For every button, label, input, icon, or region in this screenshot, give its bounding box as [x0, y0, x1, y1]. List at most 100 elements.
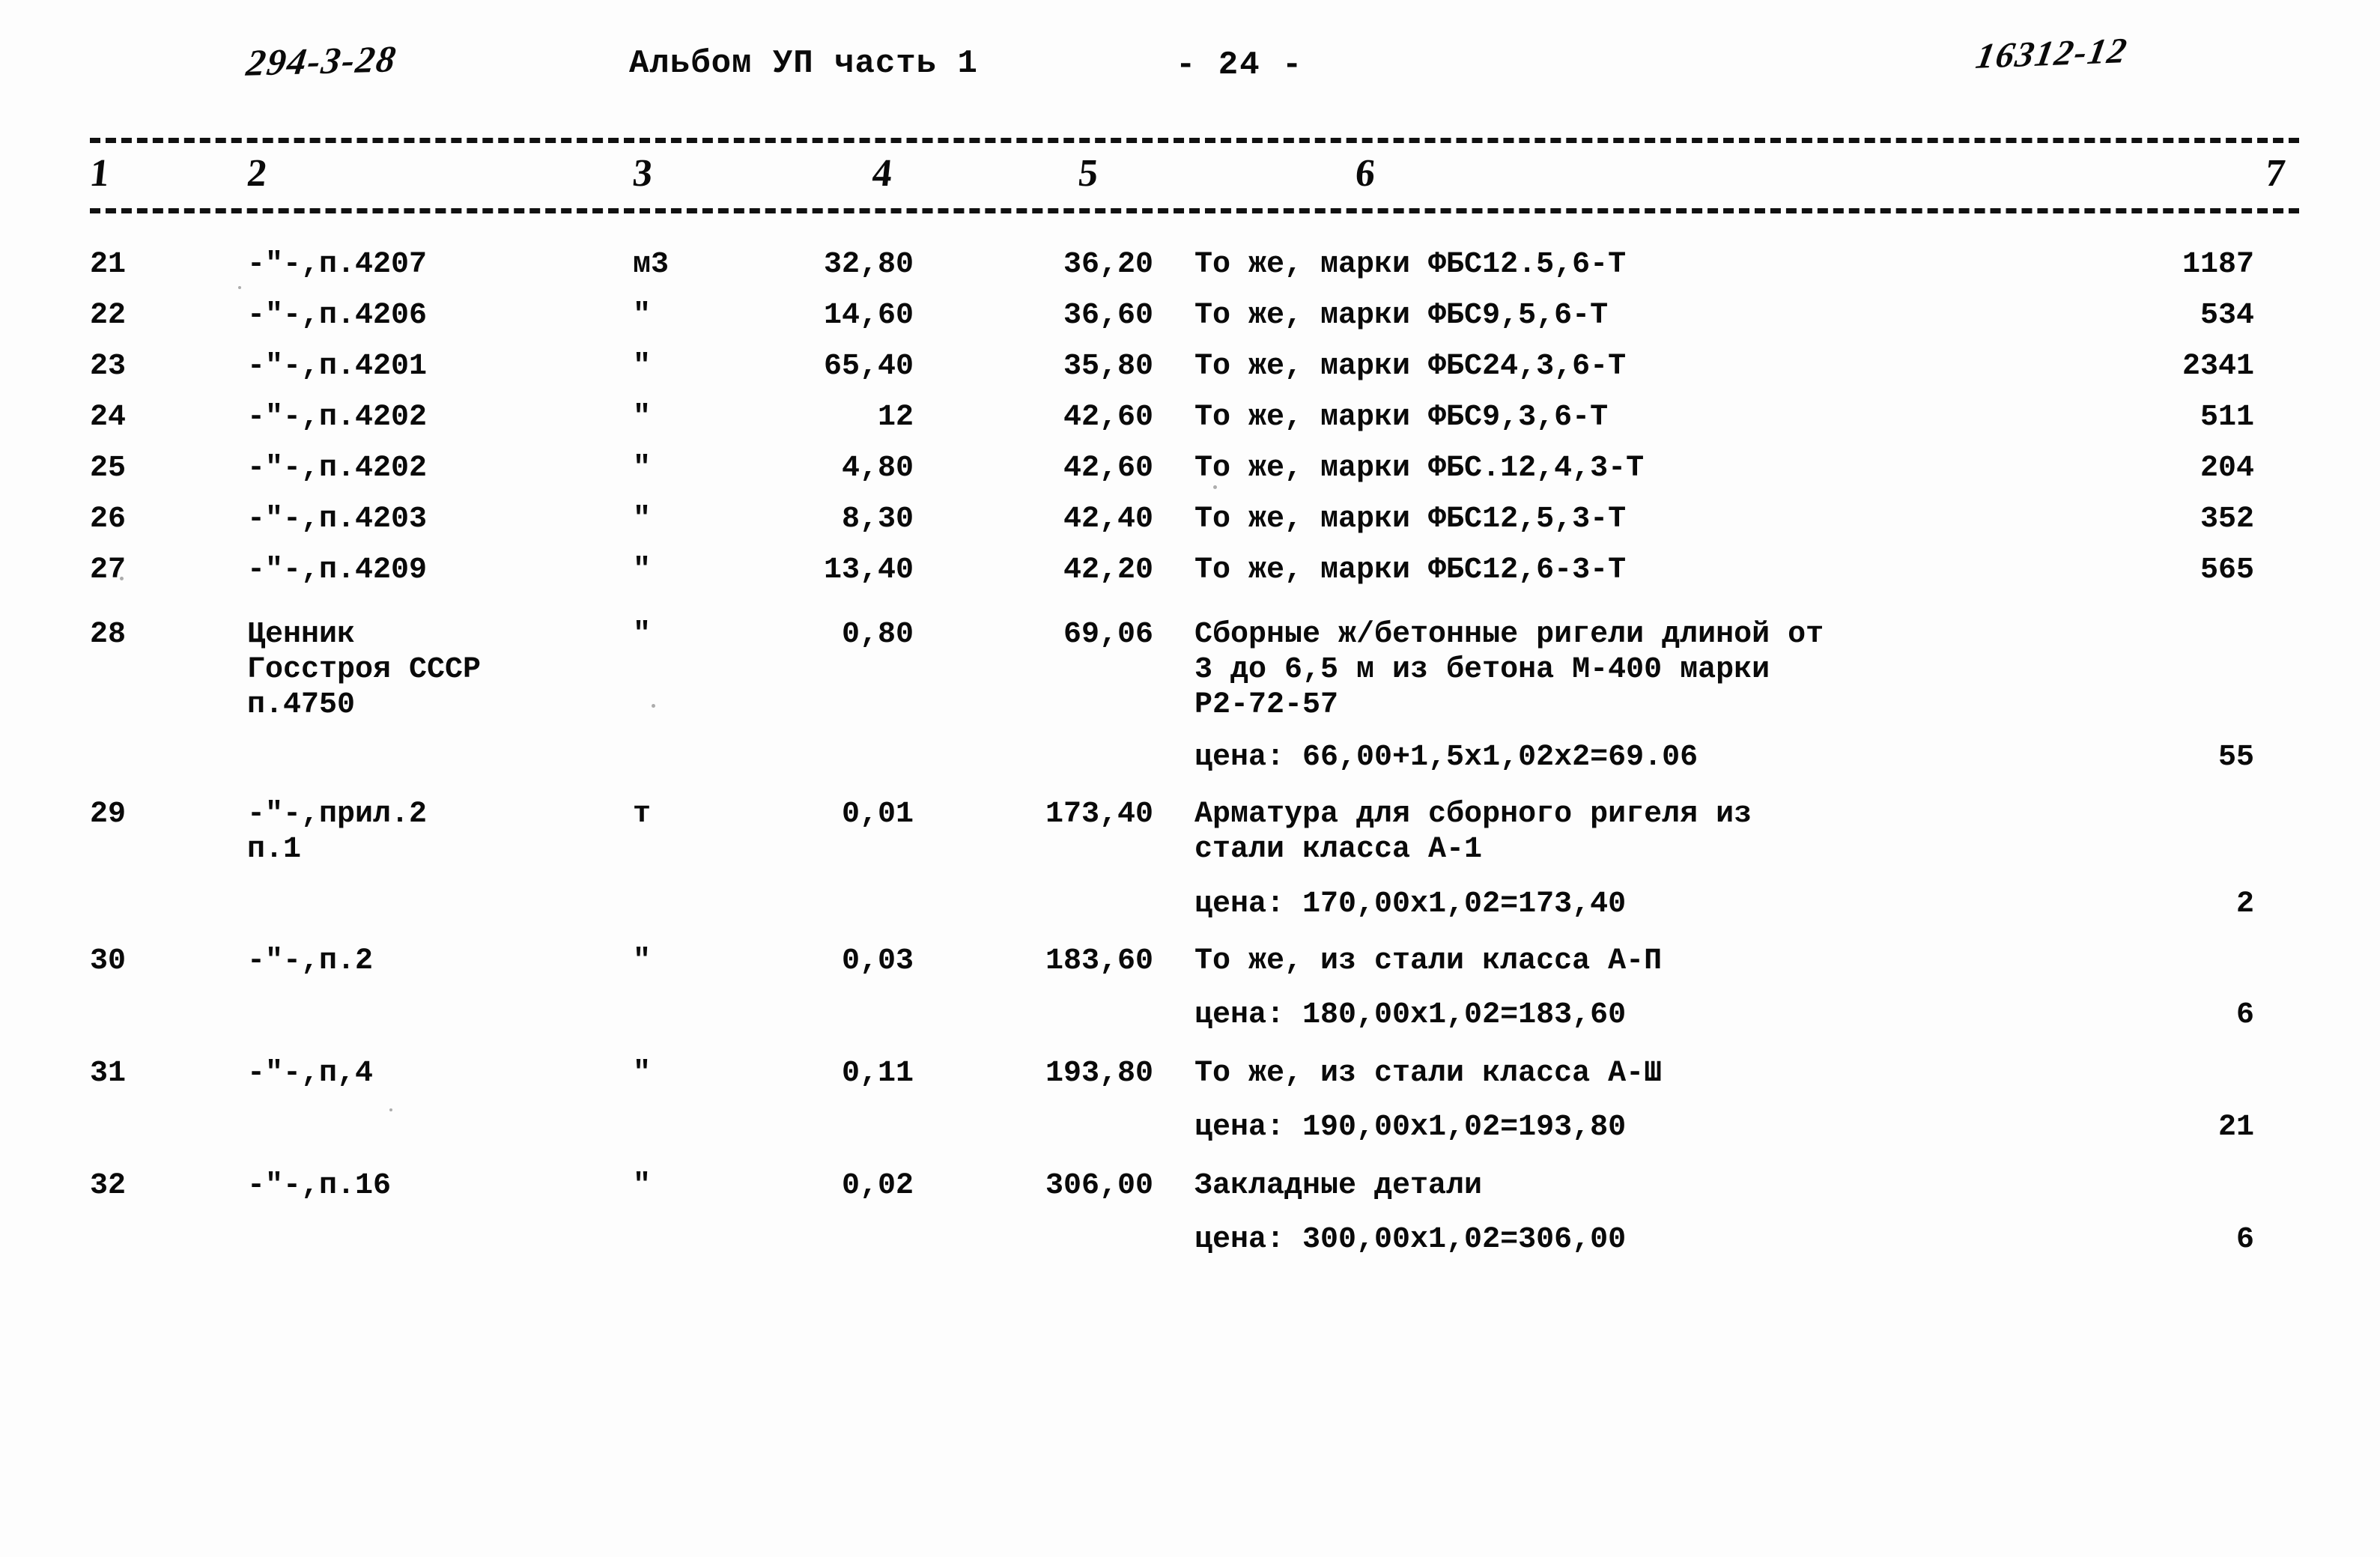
row-total: 55 — [2217, 741, 2254, 774]
row-description: То же, марки ФБС12,6-3-Т — [1194, 553, 1627, 587]
row-unit: " — [633, 503, 652, 536]
row-quantity: 32,80 — [823, 248, 914, 282]
dashed-rule-top — [90, 138, 2299, 143]
row-number: 28 — [90, 618, 127, 652]
row-unit-price: 42,60 — [1063, 452, 1153, 485]
column-number-7: 7 — [2263, 152, 2288, 195]
row-unit: " — [633, 553, 652, 587]
row-quantity: 0,02 — [841, 1169, 914, 1203]
table-row: 28 Ценник Госстроя СССР п.4750 " 0,80 69… — [0, 617, 2380, 797]
table-row: 24 -"-,п.4202 " 12 42,60 То же, марки ФБ… — [0, 400, 2380, 451]
row-number: 31 — [90, 1057, 127, 1090]
scan-speckle — [120, 577, 124, 580]
row-unit-price: 193,80 — [1045, 1057, 1153, 1090]
row-number: 22 — [90, 299, 127, 333]
scan-speckle — [238, 286, 241, 289]
page-number: - 24 - — [1176, 46, 1304, 84]
row-reference: Ценник Госстроя СССР п.4750 — [247, 618, 482, 722]
row-reference: -"-,п.4209 — [247, 553, 428, 587]
row-reference: -"-,прил.2 п.1 — [247, 798, 428, 866]
row-description: То же, марки ФБС9,5,6-Т — [1194, 299, 1609, 333]
row-reference: -"-,п.4202 — [247, 452, 428, 485]
row-unit-price: 42,40 — [1063, 503, 1153, 536]
row-unit: " — [633, 944, 652, 978]
scan-speckle — [652, 704, 655, 708]
row-reference: -"-,п.16 — [247, 1169, 392, 1203]
row-quantity: 0,80 — [841, 618, 914, 652]
row-quantity: 12 — [877, 401, 914, 434]
row-description: То же, марки ФБС.12,4,3-Т — [1194, 452, 1645, 485]
row-description: То же, марки ФБС12,5,3-Т — [1194, 503, 1627, 536]
column-number-5: 5 — [1076, 152, 1101, 195]
row-total: 1187 — [2182, 248, 2254, 282]
row-number: 23 — [90, 350, 127, 383]
row-quantity: 65,40 — [823, 350, 914, 383]
column-number-3: 3 — [631, 152, 655, 195]
row-total: 2341 — [2182, 350, 2254, 383]
table-row: 22 -"-,п.4206 " 14,60 36,60 То же, марки… — [0, 298, 2380, 349]
row-quantity: 14,60 — [823, 299, 914, 333]
document-page: 294-3-28 Альбом УП часть 1 - 24 - 16312-… — [0, 0, 2380, 1557]
project-code-handwritten: 294-3-28 — [243, 37, 400, 84]
row-description: То же, из стали класса А-П — [1194, 944, 1663, 978]
row-unit: " — [633, 299, 652, 333]
row-total: 6 — [2235, 998, 2254, 1032]
row-price-note: цена: 66,00+1,5x1,02x2=69.06 — [1194, 741, 1699, 774]
row-unit: " — [633, 452, 652, 485]
column-header-band: 1 2 3 4 5 6 7 — [88, 133, 2299, 217]
row-total: 6 — [2235, 1223, 2254, 1257]
column-number-6: 6 — [1353, 152, 1378, 195]
album-title: Альбом УП часть 1 — [629, 45, 978, 82]
row-total: 511 — [2200, 401, 2254, 434]
row-reference: -"-,п.4202 — [247, 401, 428, 434]
row-number: 32 — [90, 1169, 127, 1203]
row-number: 26 — [90, 503, 127, 536]
table-row: 32 -"-,п.16 " 0,02 306,00 Закладные дета… — [0, 1168, 2380, 1281]
table-row: 25 -"-,п.4202 " 4,80 42,60 То же, марки … — [0, 451, 2380, 502]
row-quantity: 0,11 — [841, 1057, 914, 1090]
row-price-note: цена: 190,00x1,02=193,80 — [1194, 1111, 1627, 1144]
row-price-note: цена: 180,00x1,02=183,60 — [1194, 998, 1627, 1032]
row-reference: -"-,п.4203 — [247, 503, 428, 536]
row-unit-price: 42,20 — [1063, 553, 1153, 587]
row-unit-price: 35,80 — [1063, 350, 1153, 383]
column-number-4: 4 — [870, 152, 895, 195]
row-total: 204 — [2200, 452, 2254, 485]
row-unit: " — [633, 1169, 652, 1203]
row-unit-price: 183,60 — [1045, 944, 1153, 978]
row-unit: " — [633, 350, 652, 383]
row-number: 29 — [90, 798, 127, 831]
row-total: 565 — [2200, 553, 2254, 587]
column-number-1: 1 — [88, 152, 112, 195]
archive-stamp-handwritten: 16312-12 — [1973, 31, 2131, 76]
row-total: 534 — [2200, 299, 2254, 333]
row-unit-price: 173,40 — [1045, 798, 1153, 831]
row-total: 21 — [2217, 1111, 2254, 1144]
row-description: То же, марки ФБС9,3,6-Т — [1194, 401, 1609, 434]
row-total: 2 — [2235, 887, 2254, 921]
row-unit-price: 306,00 — [1045, 1169, 1153, 1203]
row-quantity: 0,03 — [841, 944, 914, 978]
table-row: 23 -"-,п.4201 " 65,40 35,80 То же, марки… — [0, 349, 2380, 400]
document-header: 294-3-28 Альбом УП часть 1 - 24 - 16312-… — [0, 31, 2380, 91]
row-reference: -"-,п.4207 — [247, 248, 428, 282]
row-unit-price: 36,20 — [1063, 248, 1153, 282]
row-description: То же, марки ФБС12.5,6-Т — [1194, 248, 1627, 282]
row-number: 27 — [90, 553, 127, 587]
row-description: То же, из стали класса А-Ш — [1194, 1057, 1663, 1090]
estimate-table: 21 -"-,п.4207 м3 32,80 36,20 То же, марк… — [0, 247, 2380, 1281]
table-row: 21 -"-,п.4207 м3 32,80 36,20 То же, марк… — [0, 247, 2380, 298]
dashed-rule-bottom — [90, 208, 2299, 213]
row-unit: м3 — [633, 248, 670, 282]
row-quantity: 13,40 — [823, 553, 914, 587]
row-total: 352 — [2200, 503, 2254, 536]
table-row: 31 -"-,п,4 " 0,11 193,80 То же, из стали… — [0, 1056, 2380, 1168]
row-unit: " — [633, 401, 652, 434]
scan-speckle — [1213, 485, 1217, 489]
scan-speckle — [389, 1108, 392, 1111]
row-unit-price: 42,60 — [1063, 401, 1153, 434]
row-number: 30 — [90, 944, 127, 978]
row-number: 25 — [90, 452, 127, 485]
table-row: 27 -"-,п.4209 " 13,40 42,20 То же, марки… — [0, 553, 2380, 617]
column-number-2: 2 — [245, 152, 270, 195]
